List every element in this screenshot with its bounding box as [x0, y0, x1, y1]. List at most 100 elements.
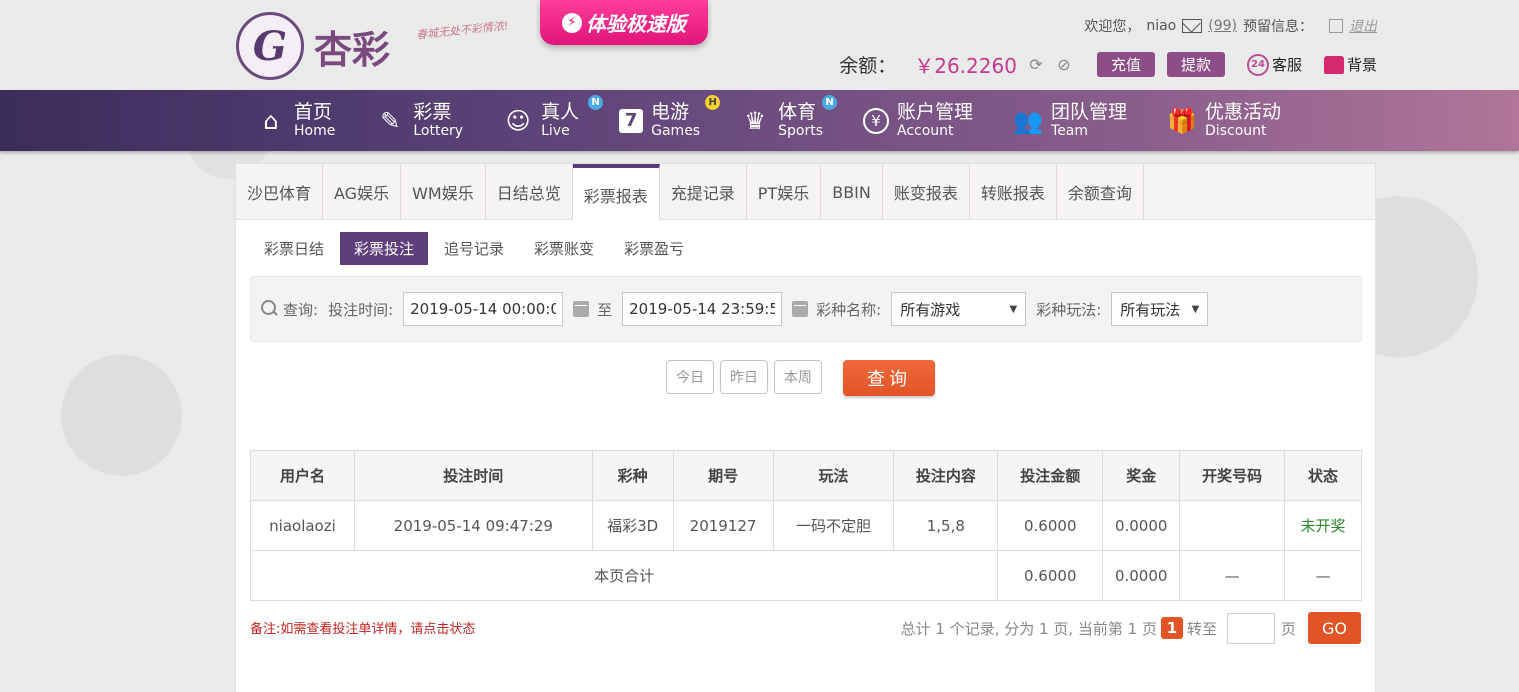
nav-games-label: 电游 — [651, 101, 690, 123]
withdraw-button[interactable]: 提款 — [1166, 52, 1225, 77]
cell-bet-amount: 0.6000 — [997, 500, 1104, 551]
query-label: 查询: — [283, 300, 319, 319]
col-issue: 期号 — [672, 450, 774, 501]
logo-emblem-icon: G — [236, 12, 304, 80]
tab-deposit-withdraw[interactable]: 充提记录 — [660, 164, 747, 220]
summary-prize: 0.0000 — [1102, 550, 1181, 601]
game-name-select[interactable]: 所有游戏 ▼ — [891, 292, 1027, 326]
play-type-label: 彩种玩法: — [1036, 300, 1102, 319]
nav-home[interactable]: ⌂ 首页 Home — [256, 101, 335, 139]
col-draw-numbers: 开奖号码 — [1179, 450, 1286, 501]
home-icon: ⌂ — [263, 106, 279, 135]
tab-saba-sports[interactable]: 沙巴体育 — [236, 164, 324, 220]
background-label: 背景 — [1346, 56, 1377, 74]
nav-live-sublabel: Live — [541, 123, 570, 139]
subtab-chase-records[interactable]: 追号记录 — [430, 232, 518, 265]
refresh-icon[interactable]: ⟳ — [1027, 55, 1045, 74]
quick-date-buttons: 今日 昨日 本周 — [666, 360, 822, 394]
balance-value: ￥26.2260 — [914, 54, 1017, 78]
brand-name: 杏彩 — [314, 26, 391, 72]
goto-page-input[interactable] — [1226, 612, 1275, 644]
play-type-select[interactable]: 所有玩法 ▼ — [1111, 292, 1209, 326]
support-24h-icon: 24 — [1246, 53, 1269, 76]
calendar-icon[interactable] — [792, 301, 809, 317]
today-button[interactable]: 今日 — [666, 360, 714, 394]
nav-home-label: 首页 — [294, 101, 333, 123]
team-icon: 👥 — [1013, 106, 1043, 135]
nav-lottery-sublabel: Lottery — [413, 123, 464, 139]
speed-version-promo[interactable]: ⚡ 体验极速版 — [540, 0, 708, 45]
nav-discount-sublabel: Discount — [1205, 123, 1267, 139]
query-bar: 查询: 投注时间: 至 彩种名称: 所有游戏 ▼ 彩种玩法: 所有玩法 ▼ — [250, 276, 1362, 342]
ticket-icon: ✎ — [380, 106, 401, 135]
tab-lottery-report[interactable]: 彩票报表 — [572, 164, 660, 221]
tab-ag[interactable]: AG娱乐 — [323, 164, 402, 220]
hide-balance-icon[interactable]: ⊘ — [1055, 55, 1073, 74]
search-button[interactable]: 查询 — [843, 360, 935, 396]
tab-transfer-report[interactable]: 转账报表 — [970, 164, 1057, 220]
nav-discount[interactable]: 🎁 优惠活动 Discount — [1167, 101, 1282, 139]
balance-label: 余额： — [839, 55, 897, 77]
nav-discount-label: 优惠活动 — [1205, 101, 1282, 123]
welcome-text: 欢迎您， — [1084, 19, 1141, 35]
goto-label: 转至 — [1186, 619, 1217, 638]
dropdown-arrow-icon: ▼ — [1191, 303, 1200, 315]
game-name-value: 所有游戏 — [900, 300, 961, 319]
col-play: 玩法 — [772, 450, 895, 501]
cell-status-link[interactable]: 未开奖 — [1284, 500, 1362, 551]
play-type-value: 所有玩法 — [1120, 300, 1181, 319]
report-tabs: 沙巴体育 AG娱乐 WM娱乐 日结总览 彩票报表 充提记录 PT娱乐 BBIN … — [236, 164, 1375, 221]
mail-icon[interactable] — [1182, 19, 1203, 33]
end-time-input[interactable] — [622, 292, 783, 326]
logout-link[interactable]: 退出 — [1349, 16, 1377, 36]
tab-account-change[interactable]: 账变报表 — [883, 164, 970, 220]
brand-slogan: 春城无处不彩情浓! — [415, 19, 509, 42]
message-count-link[interactable]: (99) — [1208, 18, 1237, 34]
nav-account-sublabel: Account — [897, 123, 954, 139]
this-week-button[interactable]: 本周 — [774, 360, 822, 394]
tab-bbin[interactable]: BBIN — [821, 164, 883, 220]
cell-bet-content: 1,5,8 — [893, 500, 999, 551]
subtab-lottery-profit[interactable]: 彩票盈亏 — [610, 232, 698, 265]
customer-service-link[interactable]: 24 客服 — [1246, 53, 1302, 76]
header: G 杏彩 春城无处不彩情浓! ⚡ 体验极速版 欢迎您， niao (99) 预留… — [0, 0, 1519, 90]
background-link[interactable]: 背景 — [1323, 54, 1377, 75]
nav-account[interactable]: ¥ 账户管理 Account — [863, 103, 973, 138]
new-badge: N — [588, 95, 604, 110]
tab-daily-overview[interactable]: 日结总览 — [486, 164, 573, 220]
current-page[interactable]: 1 — [1160, 617, 1183, 639]
subtab-lottery-account-change[interactable]: 彩票账变 — [520, 232, 608, 265]
nav-lottery[interactable]: ✎ 彩票 Lottery — [375, 103, 464, 139]
deposit-button[interactable]: 充值 — [1096, 52, 1155, 77]
tab-balance-query[interactable]: 余额查询 — [1057, 164, 1144, 220]
subtab-lottery-daily[interactable]: 彩票日结 — [250, 232, 338, 265]
edit-icon[interactable] — [1329, 19, 1343, 33]
promo-label: 体验极速版 — [586, 12, 686, 36]
bet-time-label: 投注时间: — [328, 300, 394, 319]
cell-play: 一码不定胆 — [772, 500, 895, 551]
start-time-input[interactable] — [403, 292, 564, 326]
col-bet-content: 投注内容 — [893, 450, 999, 501]
site-logo[interactable]: G 杏彩 春城无处不彩情浓! — [236, 10, 516, 82]
col-lottery: 彩种 — [591, 450, 674, 501]
hot-badge: H — [705, 95, 721, 110]
subtab-lottery-bets[interactable]: 彩票投注 — [340, 232, 429, 265]
nav-live[interactable]: ☺ 真人 Live N — [503, 95, 604, 139]
nav-team[interactable]: 👥 团队管理 Team — [1013, 103, 1127, 139]
nav-games[interactable]: 7 电游 Games H — [619, 95, 721, 139]
yesterday-button[interactable]: 昨日 — [720, 360, 768, 394]
go-button[interactable]: GO — [1308, 612, 1361, 644]
nav-games-sublabel: Games — [651, 123, 701, 139]
new-badge: N — [822, 95, 838, 110]
bolt-icon: ⚡ — [562, 12, 582, 33]
calendar-icon[interactable] — [573, 301, 590, 317]
cell-draw-numbers — [1179, 500, 1286, 551]
report-panel: 沙巴体育 AG娱乐 WM娱乐 日结总览 彩票报表 充提记录 PT娱乐 BBIN … — [235, 163, 1376, 692]
tab-wm[interactable]: WM娱乐 — [401, 164, 486, 220]
reserve-info-label[interactable]: 预留信息： — [1243, 16, 1313, 36]
nav-sports[interactable]: ♛ 体育 Sports N — [740, 95, 838, 138]
cell-username: niaolaozi — [250, 500, 355, 551]
tab-pt[interactable]: PT娱乐 — [747, 164, 822, 220]
summary-label: 本页合计 — [249, 550, 999, 601]
summary-draw-numbers: — — [1179, 550, 1286, 601]
